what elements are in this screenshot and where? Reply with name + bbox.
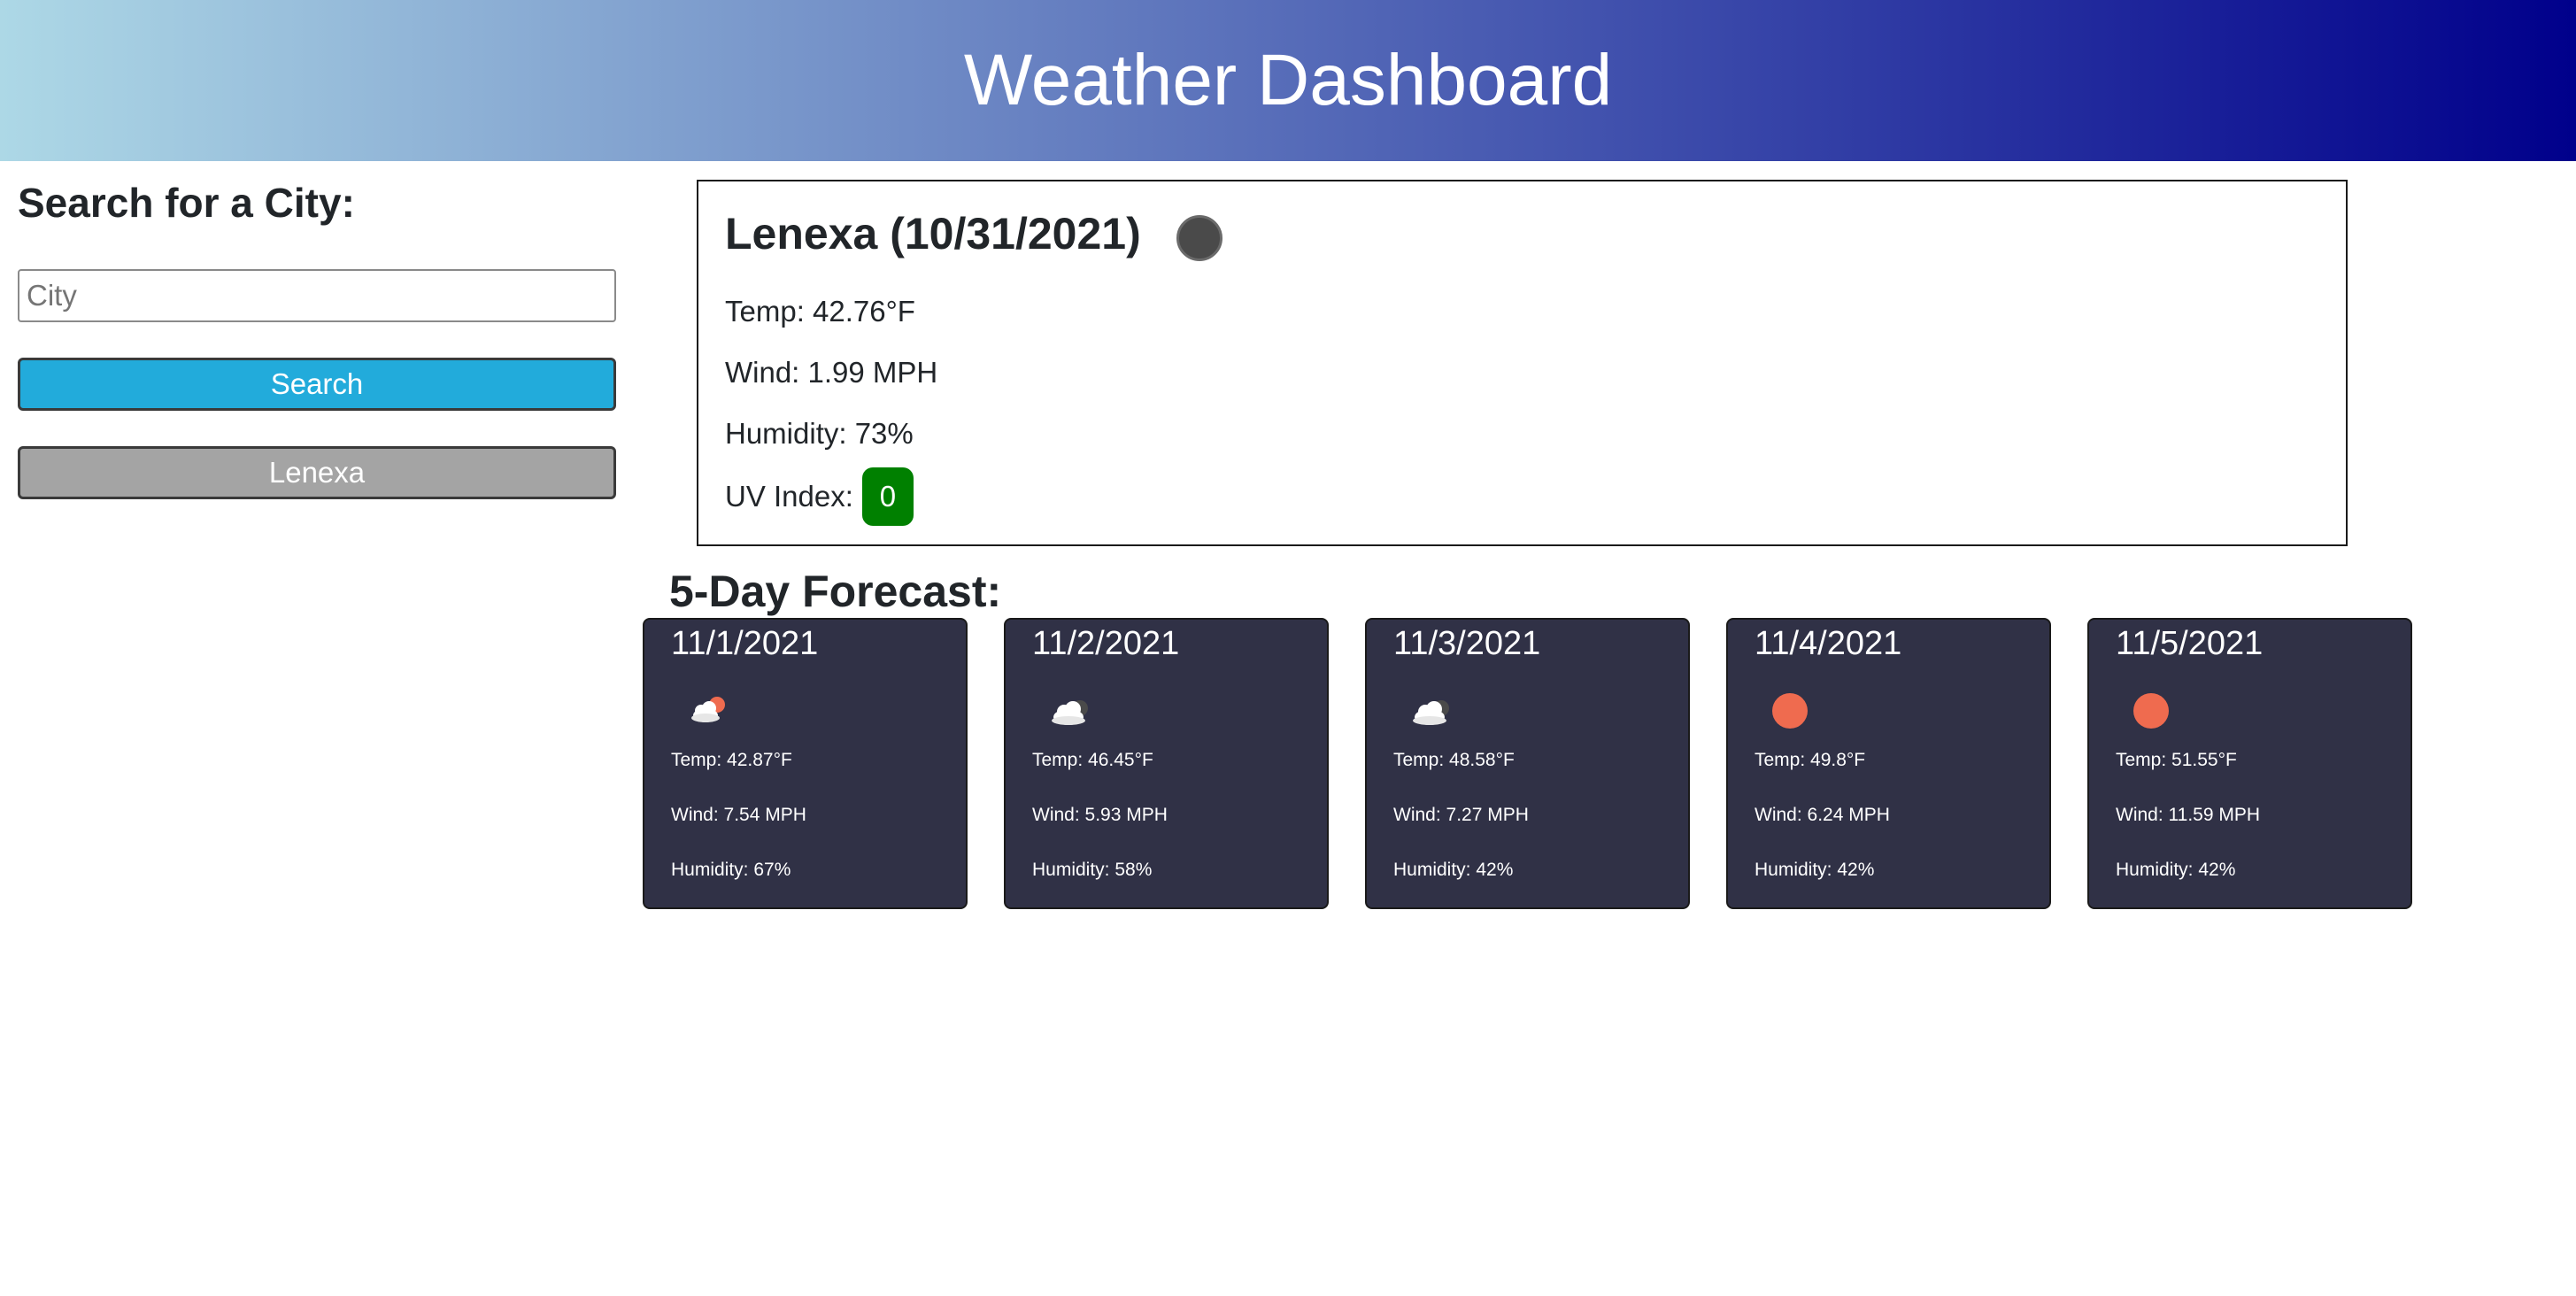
- cloud-moon-icon: [1052, 700, 1088, 725]
- forecast-temp: Temp: 42.87°F: [671, 750, 792, 770]
- forecast-heading: 5-Day Forecast:: [669, 567, 1002, 616]
- forecast-card: 11/3/2021 Temp: 48.58°F Wind: 7.27 MPH H…: [1365, 618, 1690, 909]
- search-heading: Search for a City:: [18, 180, 355, 226]
- forecast-humidity: Humidity: 58%: [1032, 860, 1153, 880]
- current-city-date: Lenexa (10/31/2021): [725, 209, 1141, 258]
- forecast-humidity: Humidity: 67%: [671, 860, 791, 880]
- forecast-date: 11/5/2021: [2116, 625, 2264, 662]
- app-header: Weather Dashboard: [0, 0, 2576, 161]
- forecast-temp: Temp: 51.55°F: [2116, 750, 2237, 770]
- page-title: Weather Dashboard: [963, 40, 1613, 120]
- history-button-lenexa[interactable]: Lenexa: [18, 446, 616, 499]
- forecast-wind: Wind: 5.93 MPH: [1032, 805, 1168, 825]
- forecast-humidity: Humidity: 42%: [1755, 860, 1875, 880]
- current-temp: Temp: 42.76°F: [725, 295, 915, 328]
- uv-index-row: UV Index: 0: [725, 467, 2319, 526]
- forecast-wind: Wind: 7.54 MPH: [671, 805, 806, 825]
- forecast-humidity: Humidity: 42%: [2116, 860, 2236, 880]
- uv-index-badge: 0: [861, 467, 914, 526]
- current-weather-card: Lenexa (10/31/2021) Temp: 42.76°F Wind: …: [697, 180, 2348, 546]
- uv-index-label: UV Index:: [725, 480, 853, 513]
- forecast-card: 11/5/2021 Temp: 51.55°F Wind: 11.59 MPH …: [2087, 618, 2412, 909]
- forecast-temp: Temp: 46.45°F: [1032, 750, 1153, 770]
- sun-icon: [2133, 693, 2169, 729]
- forecast-list: 11/1/2021 Temp: 42.87°F Wind: 7.54 MPH H…: [643, 618, 2412, 909]
- forecast-card: 11/2/2021 Temp: 46.45°F Wind: 5.93 MPH H…: [1004, 618, 1329, 909]
- forecast-humidity: Humidity: 42%: [1393, 860, 1514, 880]
- forecast-date: 11/4/2021: [1755, 625, 1902, 662]
- search-button[interactable]: Search: [18, 358, 616, 411]
- forecast-wind: Wind: 6.24 MPH: [1755, 805, 1890, 825]
- forecast-card: 11/4/2021 Temp: 49.8°F Wind: 6.24 MPH Hu…: [1726, 618, 2051, 909]
- forecast-wind: Wind: 7.27 MPH: [1393, 805, 1529, 825]
- current-humidity: Humidity: 73%: [725, 417, 914, 450]
- forecast-card: 11/1/2021 Temp: 42.87°F Wind: 7.54 MPH H…: [643, 618, 968, 909]
- forecast-temp: Temp: 48.58°F: [1393, 750, 1515, 770]
- forecast-date: 11/2/2021: [1032, 625, 1180, 662]
- search-panel: Search for a City: Search Lenexa: [18, 177, 616, 499]
- moon-icon: [1176, 215, 1222, 261]
- forecast-wind: Wind: 11.59 MPH: [2116, 805, 2261, 825]
- forecast-temp: Temp: 49.8°F: [1755, 750, 1866, 770]
- cloud-sun-icon: [691, 697, 725, 722]
- forecast-date: 11/3/2021: [1393, 625, 1541, 662]
- current-wind: Wind: 1.99 MPH: [725, 356, 938, 389]
- city-input[interactable]: [18, 269, 616, 322]
- forecast-date: 11/1/2021: [671, 625, 819, 662]
- sun-icon: [1772, 693, 1808, 729]
- current-title-row: Lenexa (10/31/2021): [725, 196, 2319, 272]
- cloud-moon-icon: [1413, 700, 1449, 725]
